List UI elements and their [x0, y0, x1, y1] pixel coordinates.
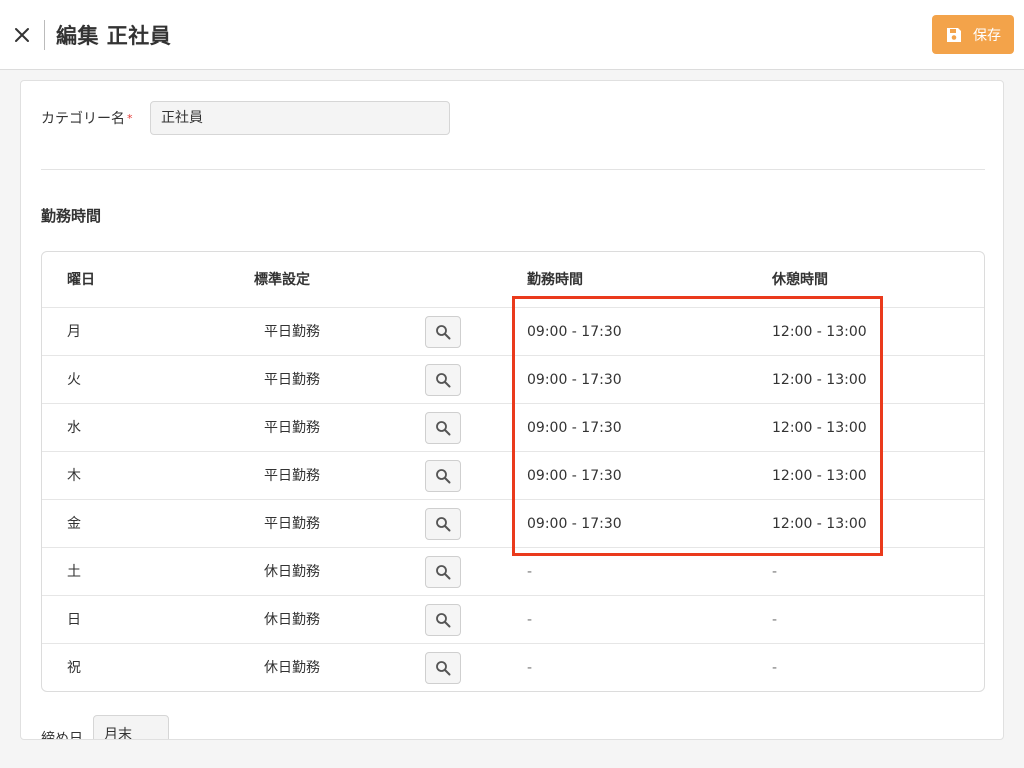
table-row: 日 休日勤務 - - [42, 596, 984, 644]
work-hours-cell: - [527, 612, 533, 628]
header-divider [44, 20, 45, 50]
page-title: 編集 正社員 [56, 24, 172, 48]
lookup-button[interactable] [425, 652, 461, 684]
break-hours-cell: - [772, 564, 778, 580]
save-icon [947, 27, 961, 42]
search-icon [435, 420, 451, 436]
search-icon [435, 516, 451, 532]
standard-setting-cell: 休日勤務 [264, 660, 320, 676]
day-cell: 土 [67, 564, 81, 580]
search-icon [435, 612, 451, 628]
column-header-work-hours: 勤務時間 [527, 272, 583, 288]
day-cell: 月 [67, 324, 81, 340]
table-row: 土 休日勤務 - - [42, 548, 984, 596]
lookup-button[interactable] [425, 412, 461, 444]
break-hours-cell: 12:00 - 13:00 [772, 372, 867, 388]
lookup-button[interactable] [425, 604, 461, 636]
table-row: 木 平日勤務 09:00 - 17:30 12:00 - 13:00 [42, 452, 984, 500]
edit-form-card: カテゴリー名 * 正社員 勤務時間 曜日 標準設定 勤務時間 休憩時間 月平日勤務… [20, 80, 1004, 740]
column-header-break-hours: 休憩時間 [772, 272, 828, 288]
break-hours-cell: 12:00 - 13:00 [772, 468, 867, 484]
closing-day-select[interactable]: 月末 [93, 715, 169, 739]
app-header: 編集 正社員 保存 [0, 0, 1024, 70]
required-mark: * [127, 112, 133, 125]
work-hours-cell: - [527, 660, 533, 676]
table-row: 祝 休日勤務 - - [42, 644, 984, 691]
work-hours-cell: - [527, 564, 533, 580]
category-name-input[interactable]: 正社員 [150, 101, 450, 135]
work-hours-cell: 09:00 - 17:30 [527, 516, 622, 532]
standard-setting-cell: 平日勤務 [264, 516, 320, 532]
section-divider [41, 169, 985, 170]
lookup-button[interactable] [425, 316, 461, 348]
day-cell: 木 [67, 468, 81, 484]
day-cell: 火 [67, 372, 81, 388]
lookup-button[interactable] [425, 364, 461, 396]
category-name-label: カテゴリー名 * [41, 109, 133, 129]
search-icon [435, 372, 451, 388]
standard-setting-cell: 平日勤務 [264, 420, 320, 436]
standard-setting-cell: 平日勤務 [264, 372, 320, 388]
table-header: 曜日 標準設定 勤務時間 休憩時間 [42, 252, 984, 308]
table-row: 月 平日勤務 09:00 - 17:30 12:00 - 13:00 [42, 308, 984, 356]
close-button[interactable] [8, 20, 36, 50]
standard-setting-cell: 休日勤務 [264, 564, 320, 580]
standard-setting-cell: 平日勤務 [264, 468, 320, 484]
search-icon [435, 660, 451, 676]
closing-day-label: 締め日 [41, 731, 83, 740]
break-hours-cell: - [772, 612, 778, 628]
work-hours-cell: 09:00 - 17:30 [527, 324, 622, 340]
search-icon [435, 564, 451, 580]
work-hours-cell: 09:00 - 17:30 [527, 468, 622, 484]
work-hours-cell: 09:00 - 17:30 [527, 420, 622, 436]
break-hours-cell: - [772, 660, 778, 676]
work-hours-section-title: 勤務時間 [41, 207, 102, 225]
table-row: 金 平日勤務 09:00 - 17:30 12:00 - 13:00 [42, 500, 984, 548]
lookup-button[interactable] [425, 556, 461, 588]
column-header-day: 曜日 [67, 272, 95, 288]
table-row: 水 平日勤務 09:00 - 17:30 12:00 - 13:00 [42, 404, 984, 452]
break-hours-cell: 12:00 - 13:00 [772, 516, 867, 532]
save-button[interactable]: 保存 [932, 15, 1014, 54]
search-icon [435, 468, 451, 484]
day-cell: 祝 [67, 660, 81, 676]
break-hours-cell: 12:00 - 13:00 [772, 420, 867, 436]
close-icon [15, 28, 29, 42]
lookup-button[interactable] [425, 460, 461, 492]
work-hours-cell: 09:00 - 17:30 [527, 372, 622, 388]
schedule-table: 曜日 標準設定 勤務時間 休憩時間 月平日勤務 09:00 - 17:30 12:0… [41, 251, 985, 692]
table-row: 火 平日勤務 09:00 - 17:30 12:00 - 13:00 [42, 356, 984, 404]
save-button-label: 保存 [973, 27, 1001, 44]
day-cell: 水 [67, 420, 81, 436]
day-cell: 日 [67, 612, 81, 628]
lookup-button[interactable] [425, 508, 461, 540]
category-name-label-text: カテゴリー名 [41, 111, 125, 127]
day-cell: 金 [67, 516, 81, 532]
standard-setting-cell: 休日勤務 [264, 612, 320, 628]
standard-setting-cell: 平日勤務 [264, 324, 320, 340]
break-hours-cell: 12:00 - 13:00 [772, 324, 867, 340]
column-header-standard: 標準設定 [254, 272, 310, 288]
search-icon [435, 324, 451, 340]
